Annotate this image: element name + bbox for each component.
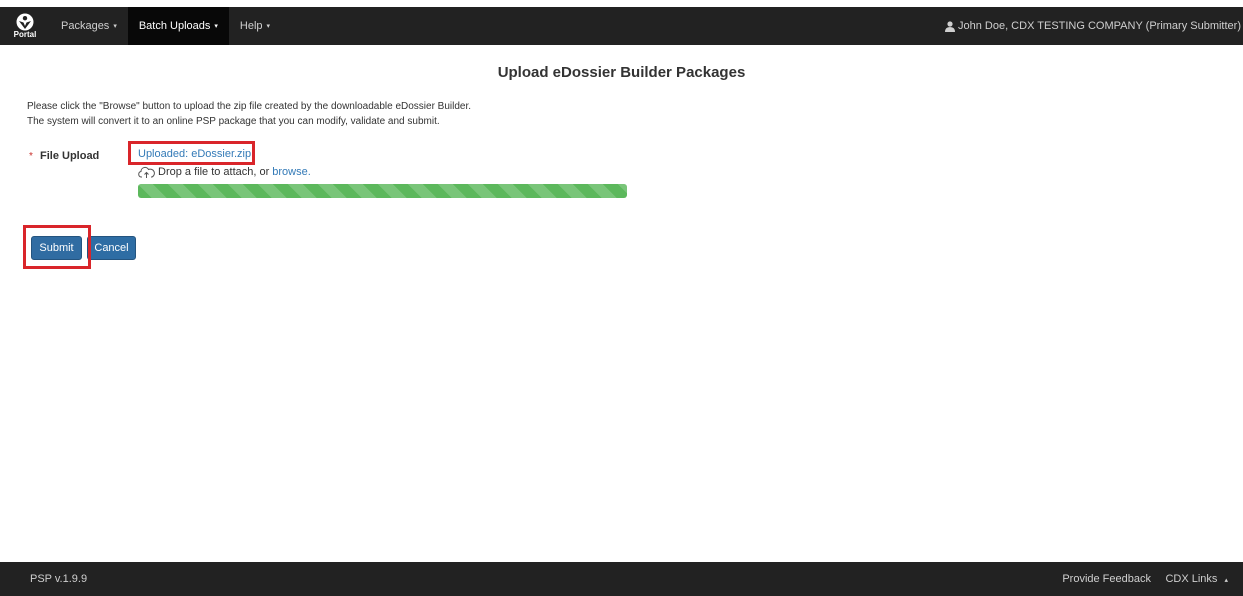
nav-packages[interactable]: Packages ▾ [50,7,128,45]
cancel-button[interactable]: Cancel [87,236,136,260]
provide-feedback-link[interactable]: Provide Feedback [1062,573,1151,585]
progress-fill [138,184,627,198]
caret-down-icon: ▾ [214,23,218,30]
intro-line-2: The system will convert it to an online … [27,116,440,127]
page-title: Upload eDossier Builder Packages [497,64,746,81]
drop-text: Drop a file to attach, or [158,166,270,178]
upload-progress-bar [138,184,627,198]
highlight-box-uploaded [128,141,255,165]
required-marker: * [29,151,33,162]
intro-line-1: Please click the "Browse" button to uplo… [27,101,472,112]
browse-link[interactable]: browse. [272,166,311,178]
drop-zone[interactable]: Drop a file to attach, or browse. [138,166,311,178]
cdx-links-label: CDX Links [1165,573,1218,585]
nav-batch-uploads[interactable]: Batch Uploads ▾ [127,7,229,45]
intro-text: Please click the "Browse" button to uplo… [27,99,471,129]
highlight-box-submit [23,225,91,269]
caret-down-icon: ▾ [113,23,117,30]
brand-text: Portal [13,30,37,39]
nav-help[interactable]: Help ▾ [229,7,281,45]
portal-logo[interactable]: Portal [0,7,50,45]
caret-down-icon: ▾ [266,23,271,30]
version-label: PSP v.1.9.9 [30,573,88,585]
user-name: John Doe, CDX TESTING COMPANY (Primary S… [957,20,1241,32]
footer: PSP v.1.9.9 Provide Feedback CDX Links ▴ [0,562,1243,596]
nav-batch-uploads-label: Batch Uploads [138,20,211,32]
nav-help-label: Help [239,20,263,32]
cloud-upload-icon [138,166,155,178]
user-icon [944,20,955,32]
cdx-links-menu[interactable]: CDX Links ▴ [1165,573,1228,585]
file-upload-label: File Upload [40,150,100,162]
caret-up-icon: ▴ [1224,577,1228,584]
nav-packages-label: Packages [61,20,110,32]
user-menu[interactable]: John Doe, CDX TESTING COMPANY (Primary S… [944,7,1241,45]
top-navbar: Portal Packages ▾ Batch Uploads ▾ Help ▾… [0,7,1243,45]
portal-logo-icon [16,13,34,31]
